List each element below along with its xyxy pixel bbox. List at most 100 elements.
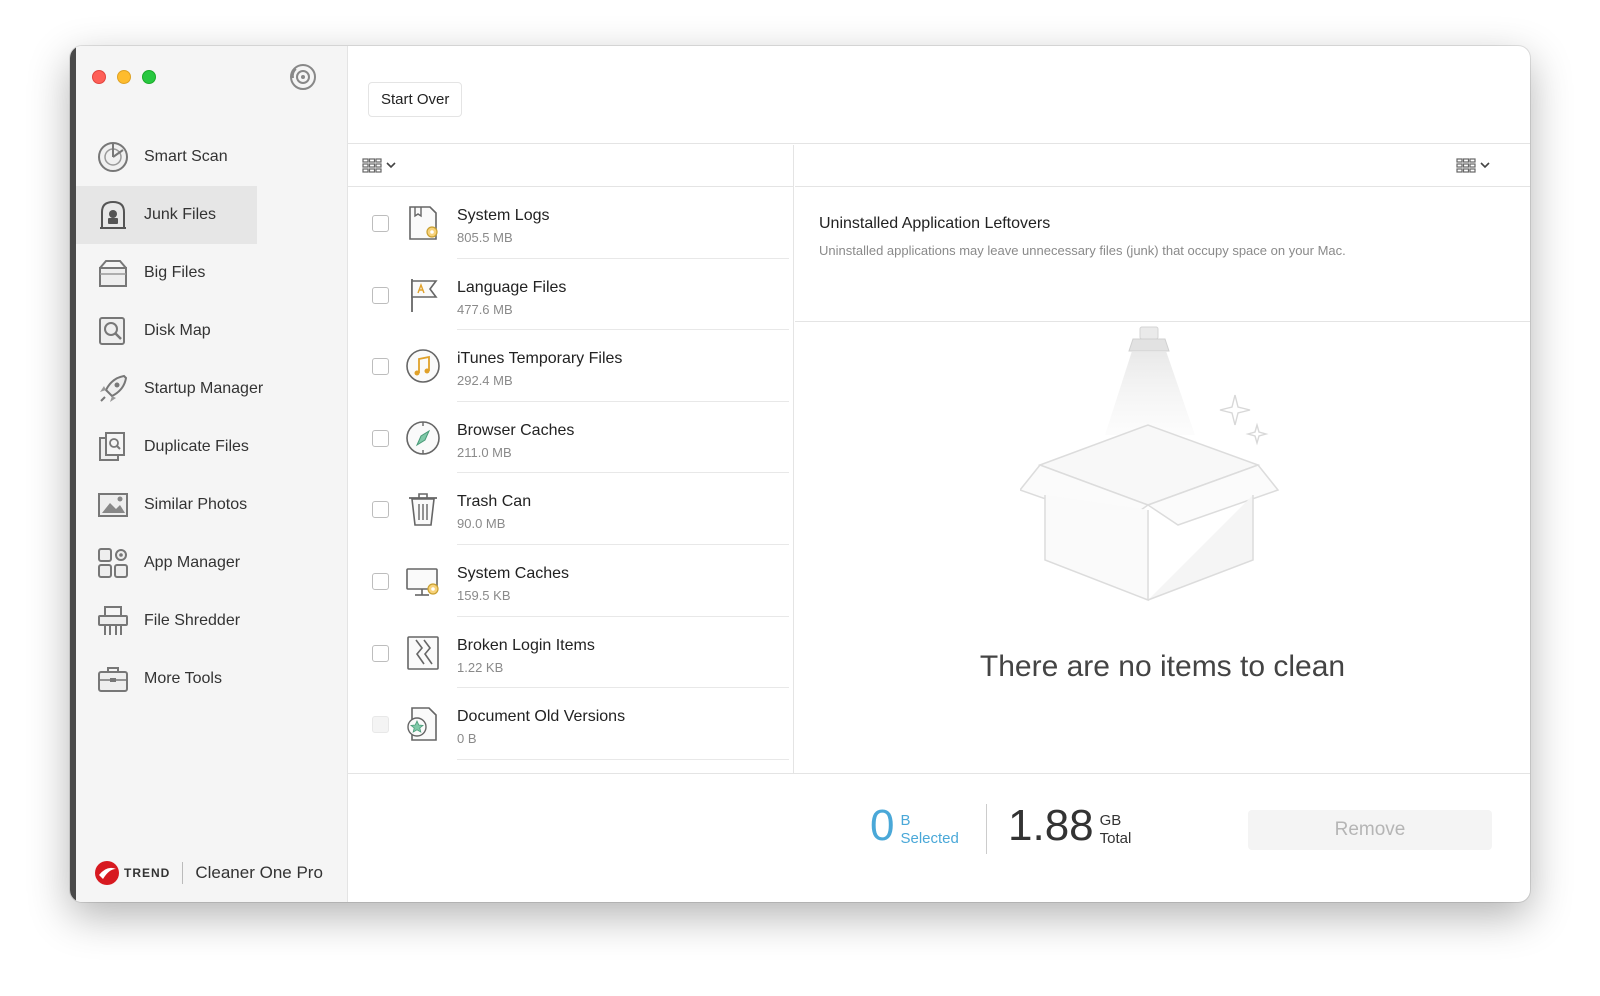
sidebar-item-file-shredder[interactable]: File Shredder xyxy=(76,592,347,650)
row-text: Broken Login Items 1.22 KB xyxy=(457,637,595,675)
vacuum-icon xyxy=(100,200,126,229)
rocket-icon xyxy=(100,374,128,402)
junk-row-trash-can[interactable]: Trash Can 90.0 MB xyxy=(348,473,793,545)
remove-button[interactable]: Remove xyxy=(1248,810,1492,850)
category-title: Uninstalled Application Leftovers xyxy=(819,215,1051,232)
zoom-button[interactable] xyxy=(142,70,156,84)
row-checkbox[interactable] xyxy=(372,501,389,519)
radar-icon xyxy=(98,142,128,172)
apps-gear-icon xyxy=(98,548,128,578)
row-size: 90.0 MB xyxy=(457,516,506,532)
log-file-icon xyxy=(409,206,438,240)
toolbar: Start Over xyxy=(348,46,1530,144)
box-icon xyxy=(99,260,127,287)
grid-view-icon xyxy=(362,158,382,173)
compass-icon xyxy=(406,420,440,455)
close-button[interactable] xyxy=(92,70,106,84)
row-checkbox[interactable] xyxy=(372,429,389,447)
sidebar-item-more-tools[interactable]: More Tools xyxy=(76,650,347,708)
junk-row-language-files[interactable]: Language Files 477.6 MB xyxy=(348,259,793,331)
support-icon[interactable] xyxy=(288,62,318,92)
selected-meta: B Selected xyxy=(900,812,958,848)
row-checkbox[interactable] xyxy=(372,215,389,232)
row-checkbox[interactable] xyxy=(372,358,389,376)
total-label: Total xyxy=(1099,830,1132,847)
row-name: Browser Caches xyxy=(457,421,575,439)
row-text: Trash Can 90.0 MB xyxy=(457,493,531,531)
total-unit: GB xyxy=(1099,812,1122,829)
duplicate-icon xyxy=(99,432,125,461)
selected-unit: B xyxy=(900,812,911,829)
sidebar-item-label: Disk Map xyxy=(144,322,211,339)
row-text: System Caches 159.5 KB xyxy=(457,565,569,603)
chevron-down-icon xyxy=(1480,162,1490,169)
broken-link-icon xyxy=(407,635,439,670)
junk-rows: System Logs 805.5 MB Language Files 477.… xyxy=(348,187,793,760)
selected-size: 0 B Selected xyxy=(870,804,959,848)
detail-pane: Uninstalled Application Leftovers Uninst… xyxy=(795,145,1530,773)
row-name: Broken Login Items xyxy=(457,636,595,654)
row-name: Language Files xyxy=(457,278,567,296)
sidebar-item-app-manager[interactable]: App Manager xyxy=(76,534,347,592)
start-over-button[interactable]: Start Over xyxy=(368,82,463,117)
junk-row-document-old-versions[interactable]: Document Old Versions 0 B xyxy=(348,688,793,760)
chevron-down-icon xyxy=(386,162,396,169)
brand-logo-text: TREND xyxy=(124,866,171,880)
brand: TREND Cleaner One Pro xyxy=(94,860,323,886)
sidebar-item-similar-photos[interactable]: Similar Photos xyxy=(76,476,347,534)
row-checkbox[interactable] xyxy=(372,644,389,662)
selected-value: 0 xyxy=(870,801,895,850)
sidebar-item-junk-files[interactable]: Junk Files xyxy=(76,186,257,244)
product-name: Cleaner One Pro xyxy=(195,863,323,882)
sidebar-item-disk-map[interactable]: Disk Map xyxy=(76,302,347,360)
list-pane-header xyxy=(348,145,793,187)
row-text: Language Files 477.6 MB xyxy=(457,279,566,317)
sidebar-nav: Smart Scan Junk Files Big Files Disk Map… xyxy=(76,128,347,708)
sidebar-item-label: Big Files xyxy=(144,264,206,281)
row-size: 292.4 MB xyxy=(457,373,513,389)
empty-state-message: There are no items to clean xyxy=(979,650,1346,683)
row-checkbox xyxy=(372,716,389,734)
app-window: Smart Scan Junk Files Big Files Disk Map… xyxy=(70,46,1530,902)
junk-row-itunes-temporary-files[interactable]: iTunes Temporary Files 292.4 MB xyxy=(348,330,793,402)
sidebar-item-label: File Shredder xyxy=(144,612,241,629)
magnifier-disk-icon xyxy=(99,317,125,345)
sidebar-item-big-files[interactable]: Big Files xyxy=(76,244,347,302)
row-size: 805.5 MB xyxy=(457,230,513,245)
row-name: iTunes Temporary Files xyxy=(457,350,623,368)
footer-divider xyxy=(986,804,987,854)
junk-row-system-logs[interactable]: System Logs 805.5 MB xyxy=(348,187,793,259)
row-checkbox[interactable] xyxy=(372,286,389,304)
row-text: Browser Caches 211.0 MB xyxy=(457,422,574,460)
sidebar-item-label: App Manager xyxy=(144,554,241,571)
junk-row-broken-login-items[interactable]: Broken Login Items 1.22 KB xyxy=(348,617,793,689)
flag-icon xyxy=(411,278,438,312)
row-name: System Caches xyxy=(457,564,570,582)
sidebar: Smart Scan Junk Files Big Files Disk Map… xyxy=(70,46,348,902)
minimize-button[interactable] xyxy=(117,70,131,84)
selected-label: Selected xyxy=(900,830,959,847)
list-view-toggle[interactable] xyxy=(362,157,396,173)
junk-row-system-caches[interactable]: System Caches 159.5 KB xyxy=(348,545,793,617)
category-info: Uninstalled Application Leftovers Uninst… xyxy=(795,187,1530,322)
monitor-gear-icon xyxy=(406,568,439,596)
grid-view-icon xyxy=(1456,158,1476,173)
detail-view-toggle[interactable] xyxy=(1456,157,1490,173)
category-description: Uninstalled applications may leave unnec… xyxy=(819,243,1346,258)
sidebar-item-startup-manager[interactable]: Startup Manager xyxy=(76,360,347,418)
junk-category-list: System Logs 805.5 MB Language Files 477.… xyxy=(348,145,794,773)
row-text: System Logs 805.5 MB xyxy=(457,207,549,245)
sidebar-item-label: Duplicate Files xyxy=(144,438,249,455)
toolbox-icon xyxy=(98,667,128,692)
row-text: iTunes Temporary Files 292.4 MB xyxy=(457,350,622,388)
sidebar-item-duplicate-files[interactable]: Duplicate Files xyxy=(76,418,347,476)
row-checkbox[interactable] xyxy=(372,572,389,590)
total-meta: GB Total xyxy=(1100,812,1132,848)
total-size: 1.88 GB Total xyxy=(1008,804,1131,848)
sidebar-item-smart-scan[interactable]: Smart Scan xyxy=(76,128,347,186)
row-size: 211.0 MB xyxy=(457,444,512,460)
junk-row-browser-caches[interactable]: Browser Caches 211.0 MB xyxy=(348,402,793,474)
row-text: Document Old Versions 0 B xyxy=(457,708,625,746)
sidebar-item-label: Junk Files xyxy=(144,206,217,223)
window-controls xyxy=(92,70,156,84)
